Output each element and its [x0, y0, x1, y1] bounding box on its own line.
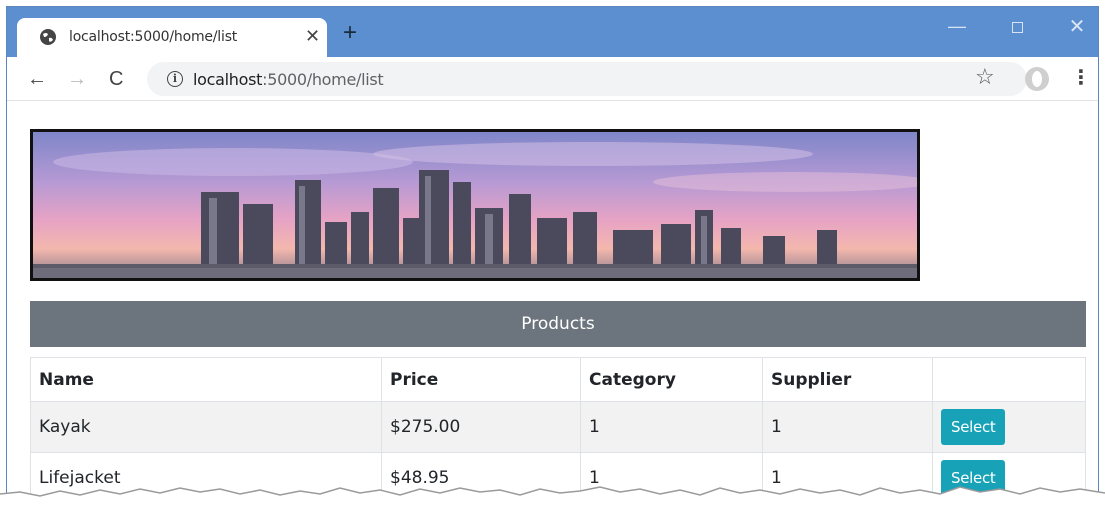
banner-image	[30, 129, 920, 281]
browser-toolbar: ← → C i localhost:5000/home/list ☆ ⋮	[7, 57, 1098, 101]
skyline-illustration	[33, 132, 917, 278]
table-header-row: Name Price Category Supplier	[30, 357, 1086, 402]
header-supplier: Supplier	[762, 357, 933, 402]
back-button[interactable]: ←	[27, 69, 47, 89]
header-category: Category	[580, 357, 763, 402]
menu-icon[interactable]: ⋮	[1071, 67, 1091, 89]
cell-supplier: 1	[762, 401, 933, 453]
products-heading: Products	[30, 301, 1086, 347]
url-text[interactable]: localhost:5000/home/list	[193, 70, 384, 89]
tab-close-icon[interactable]: ✕	[305, 26, 320, 46]
cell-action: Select	[932, 401, 1086, 453]
minimize-button[interactable]: —	[937, 17, 977, 43]
tab-title: localhost:5000/home/list	[69, 29, 238, 45]
forward-button[interactable]: →	[67, 69, 87, 89]
new-tab-button[interactable]: +	[343, 21, 357, 45]
bookmark-star-icon[interactable]: ☆	[975, 66, 995, 88]
address-bar[interactable]: i localhost:5000/home/list	[147, 62, 1027, 96]
maximize-icon	[1011, 22, 1023, 33]
header-price: Price	[381, 357, 581, 402]
torn-edge-decoration	[0, 486, 1105, 518]
globe-icon	[40, 29, 56, 45]
maximize-button[interactable]	[997, 17, 1037, 43]
cell-name: Kayak	[30, 401, 382, 453]
table-row: Kayak $275.00 1 1 Select	[30, 401, 1086, 453]
header-name: Name	[30, 357, 382, 402]
browser-tab[interactable]: localhost:5000/home/list ✕	[17, 18, 327, 57]
page-content: Products Name Price Category Supplier Ka…	[7, 101, 1098, 518]
url-path: :5000/home/list	[262, 70, 384, 89]
header-actions	[932, 357, 1086, 402]
cell-price: $275.00	[381, 401, 581, 453]
close-window-button[interactable]: ✕	[1057, 17, 1097, 43]
browser-titlebar: localhost:5000/home/list ✕ + — ✕	[7, 7, 1098, 57]
info-icon[interactable]: i	[167, 71, 183, 87]
profile-avatar[interactable]	[1025, 67, 1049, 91]
browser-window: localhost:5000/home/list ✕ + — ✕ ← → C i…	[6, 6, 1099, 518]
cell-category: 1	[580, 401, 763, 453]
select-button[interactable]: Select	[941, 409, 1006, 445]
reload-button[interactable]: C	[109, 69, 123, 89]
url-host: localhost	[193, 70, 263, 89]
